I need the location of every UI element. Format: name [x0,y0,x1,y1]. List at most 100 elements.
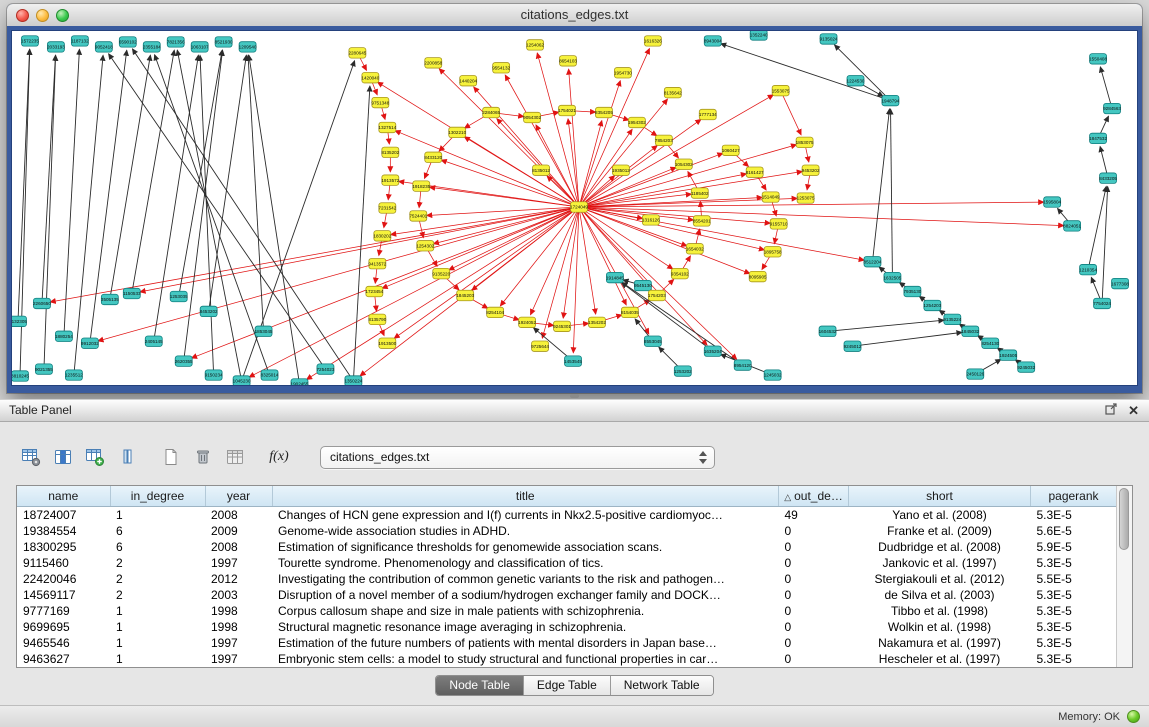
graph-node[interactable]: 2355184 [143,42,161,52]
graph-edge[interactable] [872,109,889,262]
table-vertical-scrollbar[interactable] [1116,486,1132,667]
graph-node[interactable]: 1063107 [191,42,209,52]
row-height-button[interactable] [114,444,140,470]
graph-node[interactable]: 1253035 [170,291,188,301]
graph-node[interactable]: 1924052 [518,317,536,327]
graph-node[interactable]: 8521930 [215,37,233,47]
graph-node[interactable]: 1847532 [1089,133,1107,143]
graph-node[interactable]: 8553045 [644,336,662,346]
graph-node[interactable]: 1054302 [675,159,693,169]
graph-node[interactable]: 1635204 [704,346,722,356]
graph-node[interactable]: 8433120 [424,152,442,162]
graph-node[interactable]: 9245301 [553,321,571,331]
graph-node[interactable]: 1302210 [448,127,466,137]
graph-node[interactable]: 8135202 [381,147,399,157]
graph-node[interactable]: 8135642 [664,87,682,97]
graph-node[interactable]: 8135790 [368,314,386,324]
graph-node[interactable]: 9021355 [35,364,53,374]
graph-node[interactable]: 8453202 [200,306,218,316]
graph-node[interactable]: 9135220 [432,268,450,278]
graph-node[interactable]: 1440204 [459,75,477,85]
graph-edge[interactable] [781,91,801,135]
graph-node[interactable]: 1913500 [378,338,396,348]
graph-edge[interactable] [42,55,56,303]
column-header-in_degree[interactable]: in_degree [110,486,205,506]
scrollbar-thumb[interactable] [1119,488,1129,550]
tab-edge-table[interactable]: Edge Table [523,676,610,695]
graph-node[interactable]: 9453202 [802,165,820,175]
graph-edge[interactable] [44,55,56,369]
delete-table-button[interactable] [190,444,216,470]
graph-node[interactable]: 2280645 [348,48,366,58]
column-header-pagerank[interactable]: pagerank [1031,486,1117,506]
graph-edge[interactable] [155,55,270,375]
graph-node[interactable]: 9751348 [371,97,389,107]
graph-node[interactable]: 2033193 [47,42,65,52]
graph-node[interactable]: 1754021 [558,105,576,115]
graph-node[interactable]: 1150533 [123,288,141,298]
graph-node[interactable]: 8433205 [1099,173,1117,183]
graph-node[interactable]: 1453545 [564,356,582,366]
graph-node[interactable]: 9155710 [770,219,788,229]
graph-node[interactable]: 1595804 [1043,197,1061,207]
graph-node[interactable]: 1777134 [699,109,717,119]
table-row[interactable]: 977716911998Corpus callosum shape and si… [17,603,1117,619]
graph-edge[interactable] [395,131,579,207]
graph-node[interactable]: 1254302 [416,241,434,251]
graph-node[interactable]: 2405145 [145,336,163,346]
graph-node[interactable]: 1254062 [526,40,544,50]
graph-edge[interactable] [853,332,962,346]
graph-edge[interactable] [307,207,579,379]
graph-edge[interactable] [579,146,657,207]
graph-edge[interactable] [891,109,893,278]
graph-edge[interactable] [1088,186,1106,269]
table-selector-dropdown[interactable]: citations_edges.txt [320,446,715,469]
graph-node[interactable]: 1060427 [722,145,740,155]
table-row[interactable]: 1456911722003Disruption of a novel membe… [17,587,1117,603]
graph-edge[interactable] [378,82,579,207]
graph-node[interactable]: 9245032 [1017,362,1035,372]
graph-edge[interactable] [579,81,620,207]
graph-node[interactable]: 9545130 [634,280,652,290]
window-titlebar[interactable]: citations_edges.txt [7,4,1142,27]
graph-node[interactable]: 8654103 [559,56,577,66]
graph-node[interactable]: 3505135 [101,294,119,304]
graph-edge[interactable] [1100,67,1112,109]
graph-node[interactable]: 2284065 [482,107,500,117]
graph-node[interactable]: 7254023 [317,364,335,374]
graph-node[interactable]: 8161427 [746,167,764,177]
graph-node[interactable]: 1210354 [1079,264,1097,274]
column-header-year[interactable]: year [205,486,272,506]
graph-node[interactable]: 1553075 [772,85,790,95]
show-columns-button[interactable] [50,444,76,470]
graph-node[interactable]: 7231542 [378,203,396,213]
graph-edge[interactable] [721,44,891,101]
graph-node[interactable]: 9284563 [1103,103,1121,113]
graph-edge[interactable] [50,207,579,302]
graph-node[interactable]: 1187132 [71,36,89,46]
graph-node[interactable]: 9135224 [943,314,961,324]
graph-node[interactable]: 1253202 [674,366,692,376]
create-table-button[interactable] [158,444,184,470]
network-graph-svg[interactable]: 1572235203319311871329052418659010223551… [12,31,1137,385]
table-row[interactable]: 946362711997Embryonic stem cells: a mode… [17,651,1117,667]
graph-node[interactable]: 1245032 [764,370,782,380]
table-row[interactable]: 969969511998Structural magnetic resonanc… [17,619,1117,635]
graph-node[interactable]: 9150234 [205,370,223,380]
graph-node[interactable]: 9245012 [844,341,862,351]
graph-node[interactable]: 1354202 [588,317,606,327]
graph-node[interactable]: 1209540 [239,42,257,52]
graph-node[interactable]: 9554132 [492,63,510,73]
column-header-name[interactable]: name [17,486,110,506]
tab-node-table[interactable]: Node Table [436,676,523,695]
table-settings-button[interactable] [18,444,44,470]
graph-node[interactable]: 8943004 [704,36,722,46]
graph-node[interactable]: 9725644 [531,341,549,351]
graph-node[interactable]: 8132305 [12,316,27,326]
graph-edge[interactable] [537,53,579,207]
table-function-button[interactable] [82,444,108,470]
graph-edge[interactable] [192,207,579,358]
graph-node[interactable]: 1350224 [344,376,362,385]
graph-edge[interactable] [20,49,30,376]
graph-node[interactable]: 1954302 [628,117,646,127]
